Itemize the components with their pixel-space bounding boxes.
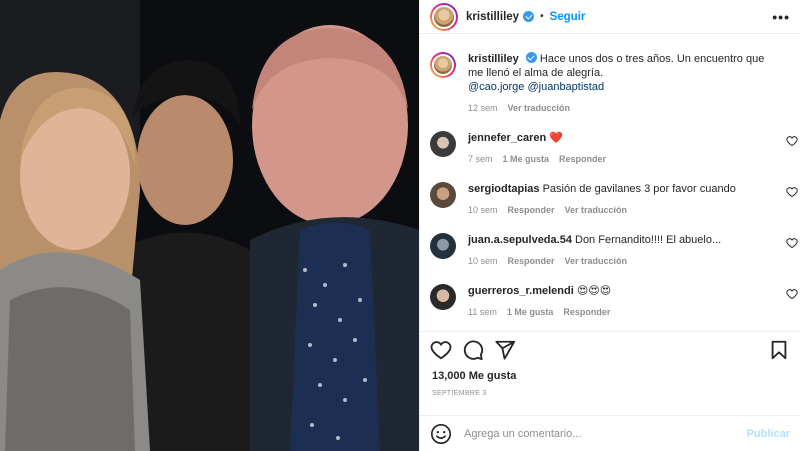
comment-item: jennefer_caren ❤️ 7 sem 1 Me gusta Respo…: [420, 115, 800, 166]
commenter-avatar[interactable]: [430, 182, 456, 208]
comment-time[interactable]: 10 sem: [468, 254, 498, 268]
comment-text: Pasión de gavilanes 3 por favor cuando: [542, 183, 736, 195]
more-options-icon[interactable]: •••: [772, 9, 790, 25]
caption-time[interactable]: 12 sem: [468, 101, 498, 115]
post-side-panel: kristilliley • Seguir ••• kristilliley H…: [419, 0, 800, 451]
author-username[interactable]: kristilliley: [466, 11, 519, 23]
comment-input[interactable]: [464, 427, 747, 440]
author-avatar[interactable]: [430, 2, 458, 31]
comment-like-count[interactable]: 1 Me gusta: [507, 305, 554, 319]
comment-item: juan.a.sepulveda.54 Don Fernandito!!!! E…: [420, 217, 800, 268]
comment-like-count[interactable]: 1 Me gusta: [503, 152, 550, 166]
comment-bubble-icon[interactable]: [462, 339, 484, 361]
post-actions-bar: [420, 331, 800, 367]
publish-button[interactable]: Publicar: [747, 428, 790, 440]
caption-mentions[interactable]: @cao.jorge @juanbaptistad: [468, 81, 604, 93]
comment-time[interactable]: 7 sem: [468, 152, 493, 166]
paper-plane-icon[interactable]: [494, 339, 516, 361]
commenter-avatar[interactable]: [430, 233, 456, 259]
post-caption: kristilliley Hace unos dos o tres años. …: [420, 34, 800, 115]
comment-time[interactable]: 11 sem: [468, 305, 497, 319]
heart-icon[interactable]: [786, 186, 798, 198]
heart-icon[interactable]: [786, 135, 798, 147]
reply-button[interactable]: Responder: [563, 305, 610, 319]
comment-username[interactable]: sergiodtapias: [468, 183, 540, 195]
caption-meta: 12 sem Ver traducción: [468, 101, 768, 115]
verified-badge-icon: [523, 11, 535, 22]
reply-button[interactable]: Responder: [508, 203, 555, 217]
verified-badge-icon: [525, 52, 537, 63]
post-photo[interactable]: [0, 0, 419, 451]
caption-username[interactable]: kristilliley: [468, 53, 519, 65]
heart-icon[interactable]: [786, 288, 798, 300]
follow-button[interactable]: Seguir: [550, 11, 586, 23]
comment-item: sergiodtapias Pasión de gavilanes 3 por …: [420, 166, 800, 217]
separator-dot: •: [540, 11, 544, 22]
comment-username[interactable]: guerreros_r.melendi: [468, 285, 574, 297]
comment-text: Don Fernandito!!!! El abuelo...: [575, 234, 722, 246]
heart-icon[interactable]: [430, 339, 452, 361]
comment-username[interactable]: juan.a.sepulveda.54: [468, 234, 572, 246]
smiley-icon[interactable]: [430, 423, 452, 445]
instagram-post-modal: kristilliley • Seguir ••• kristilliley H…: [0, 0, 800, 451]
post-header: kristilliley • Seguir •••: [420, 0, 800, 34]
post-image: [0, 0, 419, 451]
author-avatar-small[interactable]: [430, 52, 456, 78]
bookmark-icon[interactable]: [768, 339, 790, 361]
comment-item: guerreros_r.melendi 😍😍😍 11 sem 1 Me gust…: [420, 268, 800, 319]
comment-username[interactable]: jennefer_caren: [468, 132, 546, 144]
comment-emoji: ❤️: [549, 132, 564, 144]
commenter-avatar[interactable]: [430, 131, 456, 157]
like-count[interactable]: 13,000 Me gusta: [432, 370, 516, 382]
comment-emoji: 😍😍😍: [576, 285, 612, 297]
reply-button[interactable]: Responder: [508, 254, 555, 268]
comment-translate-link[interactable]: Ver traducción: [565, 254, 628, 268]
comment-time[interactable]: 10 sem: [468, 203, 498, 217]
comment-translate-link[interactable]: Ver traducción: [565, 203, 628, 217]
reply-button[interactable]: Responder: [559, 152, 606, 166]
comments-list[interactable]: kristilliley Hace unos dos o tres años. …: [420, 34, 800, 330]
post-date[interactable]: SEPTIEMBRE 3: [432, 390, 487, 397]
commenter-avatar[interactable]: [430, 284, 456, 310]
heart-icon[interactable]: [786, 237, 798, 249]
caption-translate-link[interactable]: Ver traducción: [508, 101, 571, 115]
add-comment-bar: Publicar: [420, 415, 800, 451]
